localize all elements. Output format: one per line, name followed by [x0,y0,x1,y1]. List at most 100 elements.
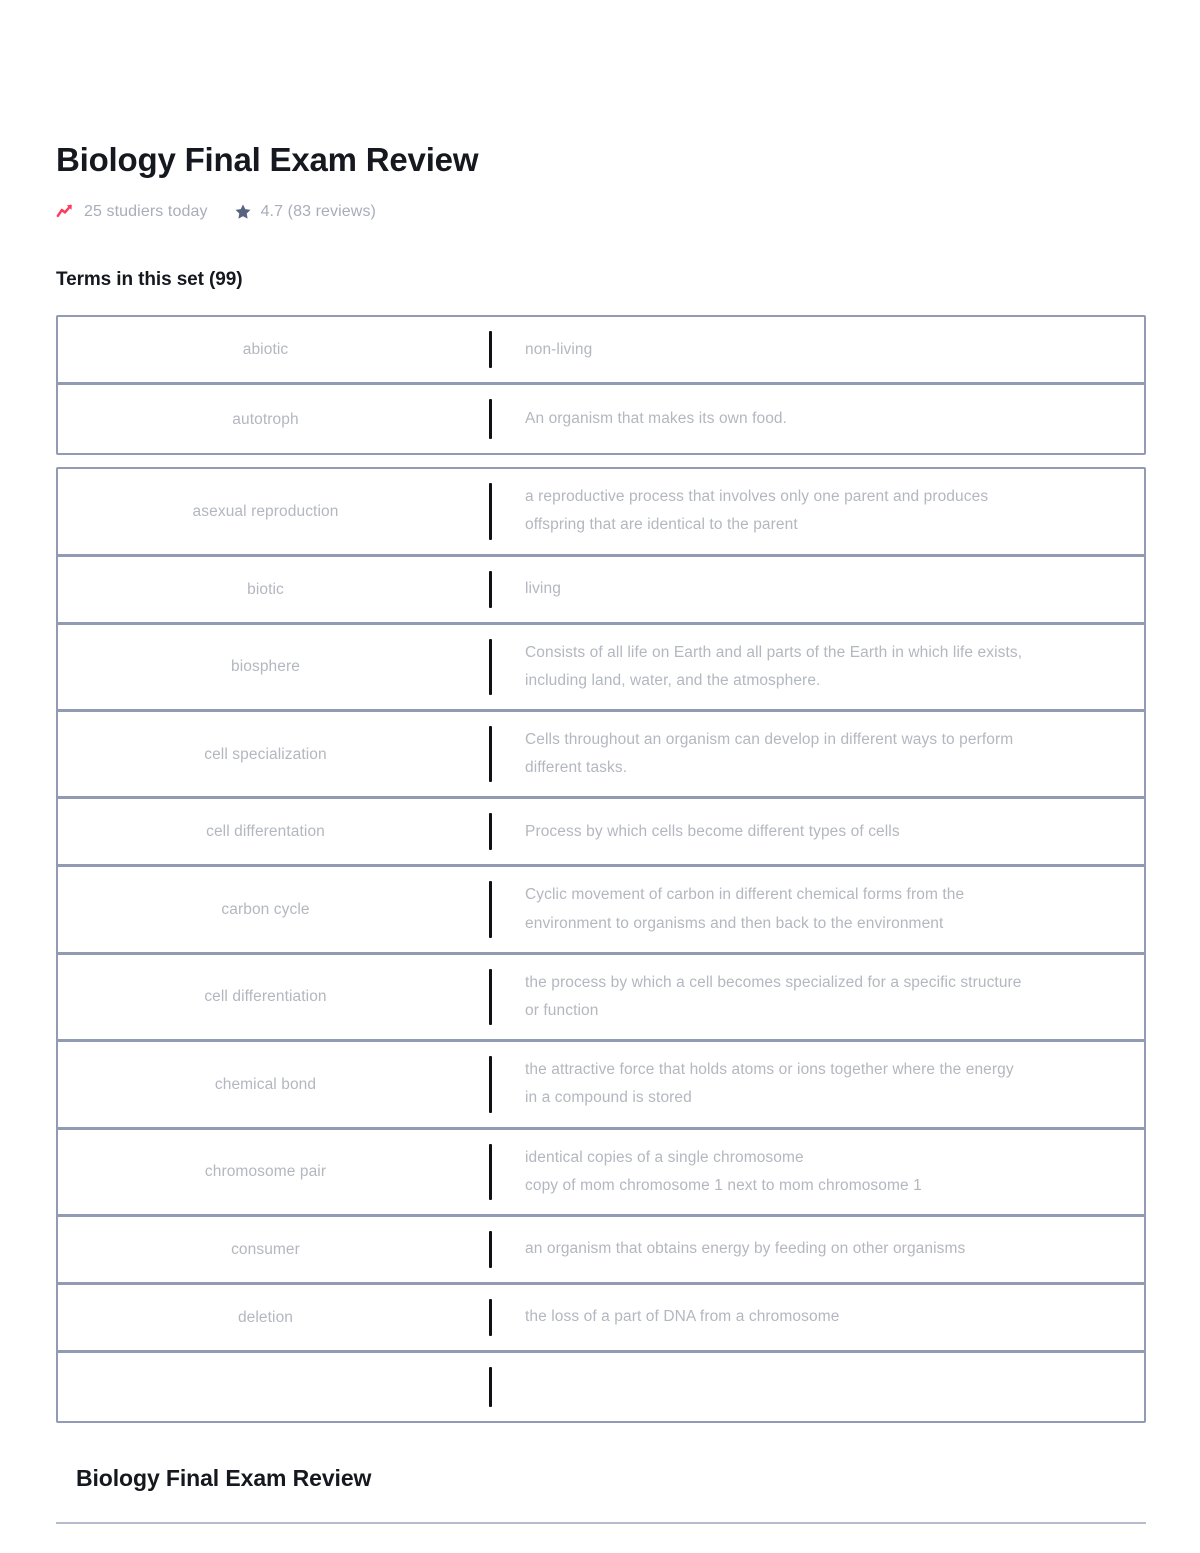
star-icon [234,203,252,221]
table-row[interactable]: autotroph An organism that makes its own… [58,385,1144,454]
terms-in-set-heading: Terms in this set (99) [56,269,243,291]
row-divider [473,570,507,608]
definition-text: the loss of a part of DNA from a chromos… [525,1303,839,1331]
vertical-divider-icon [488,483,492,540]
term-text: abiotic [242,341,289,359]
row-divider [473,638,507,696]
definition-line: copy of mom chromosome 1 next to mom chr… [525,1176,922,1194]
row-divider [473,1056,507,1113]
table-row[interactable]: carbon cycle Cyclic movement of carbon i… [58,867,1144,955]
row-divider [473,881,507,938]
term-cell: carbon cycle [58,898,473,921]
term-cell: biosphere [58,655,473,678]
table-row[interactable]: chemical bond the attractive force that … [58,1042,1144,1130]
table-row[interactable]: biosphere Consists of all life on Earth … [58,624,1144,713]
page-title: Biology Final Exam Review [56,141,479,178]
studiers-label: 25 studiers today [84,202,208,220]
table-row[interactable]: cell specialization Cells throughout an … [58,712,1144,800]
definition-cell: non-living [507,336,1144,364]
definition-line: or function [525,1002,599,1020]
table-row[interactable]: consumer an organism that obtains energy… [58,1217,1144,1286]
definition-line: a reproductive process that involves onl… [525,488,989,506]
definition-cell: Cyclic movement of carbon in different c… [507,881,1144,937]
row-divider [473,331,507,369]
row-divider [473,1367,507,1408]
vertical-divider-icon [488,726,492,783]
vertical-divider-icon [488,399,492,440]
table-row[interactable]: chromosome pair identical copies of a si… [58,1129,1144,1218]
definition-line: the process by which a cell becomes spec… [525,973,1022,991]
term-text: biotic [247,580,284,598]
definition-text: Cyclic movement of carbon in different c… [525,881,964,937]
rating-label: 4.7 (83 reviews) [260,202,376,220]
table-row[interactable]: asexual reproduction a reproductive proc… [58,469,1144,557]
definition-text: living [525,575,561,603]
definition-line: Process by which cells become different … [525,822,900,840]
term-text: consumer [231,1240,300,1258]
vertical-divider-icon [488,1231,492,1269]
definition-text: a reproductive process that involves onl… [525,483,988,539]
studiers-stat: 25 studiers today [56,202,208,221]
row-divider [473,1231,507,1269]
definition-text: Consists of all life on Earth and all pa… [525,639,1022,695]
term-text: chemical bond [214,1075,317,1093]
definition-text: Cells throughout an organism can develop… [525,726,1013,782]
definition-cell: An organism that makes its own food. [507,405,1144,433]
term-cell: cell specialization [58,743,473,766]
definition-text: Process by which cells become different … [525,818,900,846]
row-divider [473,1143,507,1201]
vertical-divider-icon [488,813,492,851]
definition-text: the process by which a cell becomes spec… [525,969,1022,1025]
definition-line: in a compound is stored [525,1089,692,1107]
term-cell: asexual reproduction [58,500,473,523]
table-row[interactable]: abiotic non-living [58,317,1144,386]
term-text: chromosome pair [204,1163,327,1181]
row-divider [473,1299,507,1337]
vertical-divider-icon [488,1367,492,1408]
term-cell: deletion [58,1306,473,1329]
definition-line: an organism that obtains energy by feedi… [525,1240,966,1258]
table-row[interactable]: cell differentiation the process by whic… [58,954,1144,1043]
table-row[interactable]: cell differentation Process by which cel… [58,799,1144,868]
page-root: Biology Final Exam Review 25 studiers to… [0,0,1200,1553]
table-row[interactable]: biotic living [58,556,1144,625]
definition-line: identical copies of a single chromosome [525,1148,804,1166]
table-row[interactable]: deletion the loss of a part of DNA from … [58,1285,1144,1354]
trending-up-icon [56,202,75,221]
row-divider [473,726,507,783]
term-cell: cell differentation [58,820,473,843]
table-row[interactable] [58,1353,1144,1422]
definition-line: the loss of a part of DNA from a chromos… [525,1308,840,1326]
definition-line: non-living [525,340,593,358]
vertical-divider-icon [488,638,492,696]
definition-line: Cyclic movement of carbon in different c… [525,886,965,904]
definition-cell: Consists of all life on Earth and all pa… [507,639,1144,695]
row-divider [473,968,507,1026]
term-cell: chromosome pair [58,1160,473,1183]
definition-text: identical copies of a single chromosome … [525,1144,922,1200]
set-meta-row: 25 studiers today 4.7 (83 reviews) [56,202,1146,221]
term-card-group-1: abiotic non-living autotroph An organism… [56,315,1146,456]
vertical-divider-icon [488,570,492,608]
definition-line: the attractive force that holds atoms or… [525,1061,1014,1079]
term-text: asexual reproduction [192,502,339,520]
definition-cell: the loss of a part of DNA from a chromos… [507,1303,1144,1331]
term-text: carbon cycle [221,901,310,919]
definition-text: An organism that makes its own food. [525,405,787,433]
term-text: autotroph [232,410,299,428]
definition-line: An organism that makes its own food. [525,410,788,428]
term-cell: abiotic [58,338,473,361]
rating-stat: 4.7 (83 reviews) [234,203,376,221]
footer-section: Biology Final Exam Review [56,1465,1146,1525]
term-cell: consumer [58,1238,473,1261]
term-text: cell differentiation [204,988,327,1006]
definition-cell: the attractive force that holds atoms or… [507,1056,1144,1112]
definition-line: environment to organisms and then back t… [525,914,944,932]
definition-line: offspring that are identical to the pare… [525,516,798,534]
definition-text: non-living [525,336,592,364]
definition-line: living [525,580,561,598]
term-cell: autotroph [58,408,473,431]
vertical-divider-icon [488,331,492,369]
definition-line: Cells throughout an organism can develop… [525,731,1014,749]
term-cell: cell differentiation [58,985,473,1008]
